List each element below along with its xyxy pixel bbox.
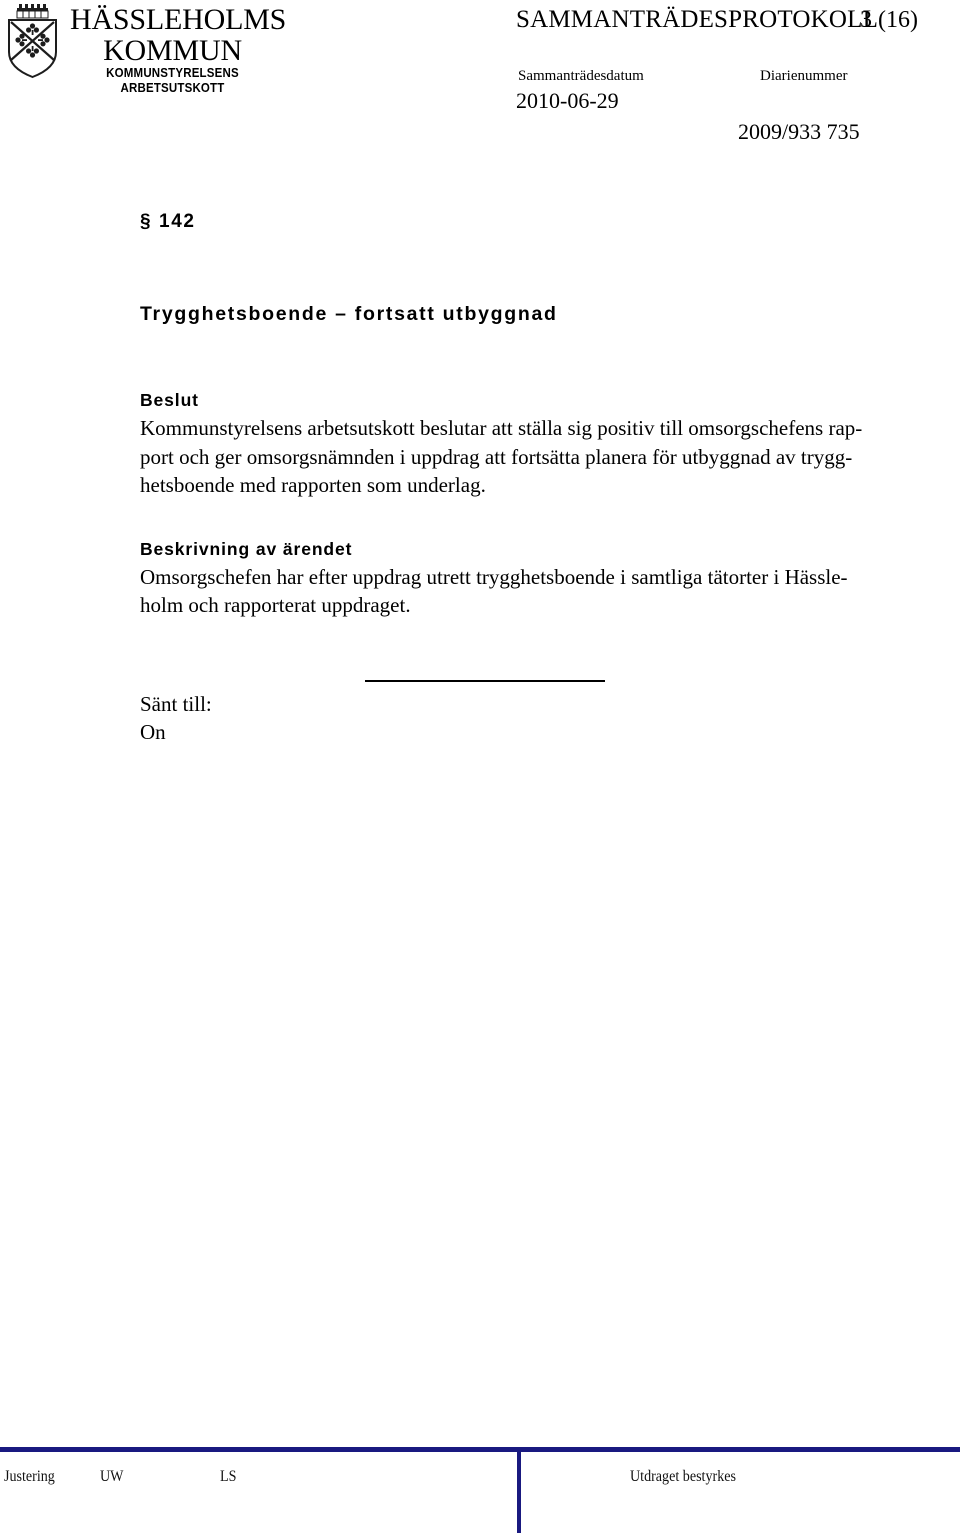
description-line: holm och rapporterat uppdraget. [140, 593, 411, 617]
sent-to-divider [365, 679, 605, 682]
diary-number-value: 2009/933 735 [738, 119, 860, 144]
decision-paragraph: Kommunstyrelsens arbetsutskott beslutar … [140, 414, 863, 500]
signature-initials-2: LS [220, 1468, 237, 1485]
description-paragraph: Omsorgschefen har efter uppdrag utrett t… [140, 563, 848, 620]
hassleholm-coat-of-arms-icon [8, 4, 57, 79]
decision-line: port och ger omsorgsnämnden i uppdrag at… [140, 444, 853, 469]
certified-extract-label: Utdraget bestyrkes [630, 1468, 736, 1485]
section-number: § 142 [140, 211, 196, 232]
wordmark-line-1: HÄSSLEHOLMS [70, 3, 287, 36]
decision-line: Kommunstyrelsens arbetsutskott beslutar … [140, 416, 863, 440]
page-header: HÄSSLEHOLMS KOMMUN KOMMUNSTYRELSENS ARBE… [0, 0, 960, 165]
page-footer: Justering UW LS Utdraget bestyrkes [0, 1443, 960, 1533]
municipality-logo: HÄSSLEHOLMS KOMMUN KOMMUNSTYRELSENS ARBE… [4, 2, 287, 102]
footer-top-rule [0, 1447, 960, 1452]
committee-name: KOMMUNSTYRELSENS ARBETSUTSKOTT [78, 66, 267, 96]
municipality-wordmark: HÄSSLEHOLMS KOMMUN [70, 3, 287, 67]
page-title: Trygghetsboende – fortsatt utbyggnad [140, 303, 558, 325]
committee-line-1: KOMMUNSTYRELSENS [106, 66, 239, 80]
decision-line: hetsboende med rapporten som underlag. [140, 473, 486, 497]
description-line: Omsorgschefen har efter uppdrag utrett t… [140, 564, 848, 589]
footer-vertical-divider [517, 1452, 521, 1533]
justering-label: Justering [4, 1468, 55, 1485]
description-heading: Beskrivning av ärendet [140, 538, 353, 559]
page-content: § 142 Trygghetsboende – fortsatt utbyggn… [140, 210, 863, 746]
meeting-date-value: 2010-06-29 [516, 88, 619, 113]
diary-number-label: Diarienummer [760, 68, 848, 84]
document-type-title: SAMMANTRÄDESPROTOKOLL [516, 6, 879, 33]
meeting-date-label: Sammanträdesdatum [518, 68, 644, 84]
committee-line-2: ARBETSUTSKOTT [120, 81, 225, 95]
signature-initials-1: UW [100, 1468, 124, 1485]
sent-to-label: Sänt till: [140, 691, 212, 716]
decision-heading: Beslut [140, 390, 199, 410]
page-number: 3 (16) [860, 7, 918, 33]
protocol-page: HÄSSLEHOLMS KOMMUN KOMMUNSTYRELSENS ARBE… [0, 0, 960, 1533]
wordmark-line-2: KOMMUN [103, 34, 242, 67]
sent-to-value: On [140, 719, 166, 744]
